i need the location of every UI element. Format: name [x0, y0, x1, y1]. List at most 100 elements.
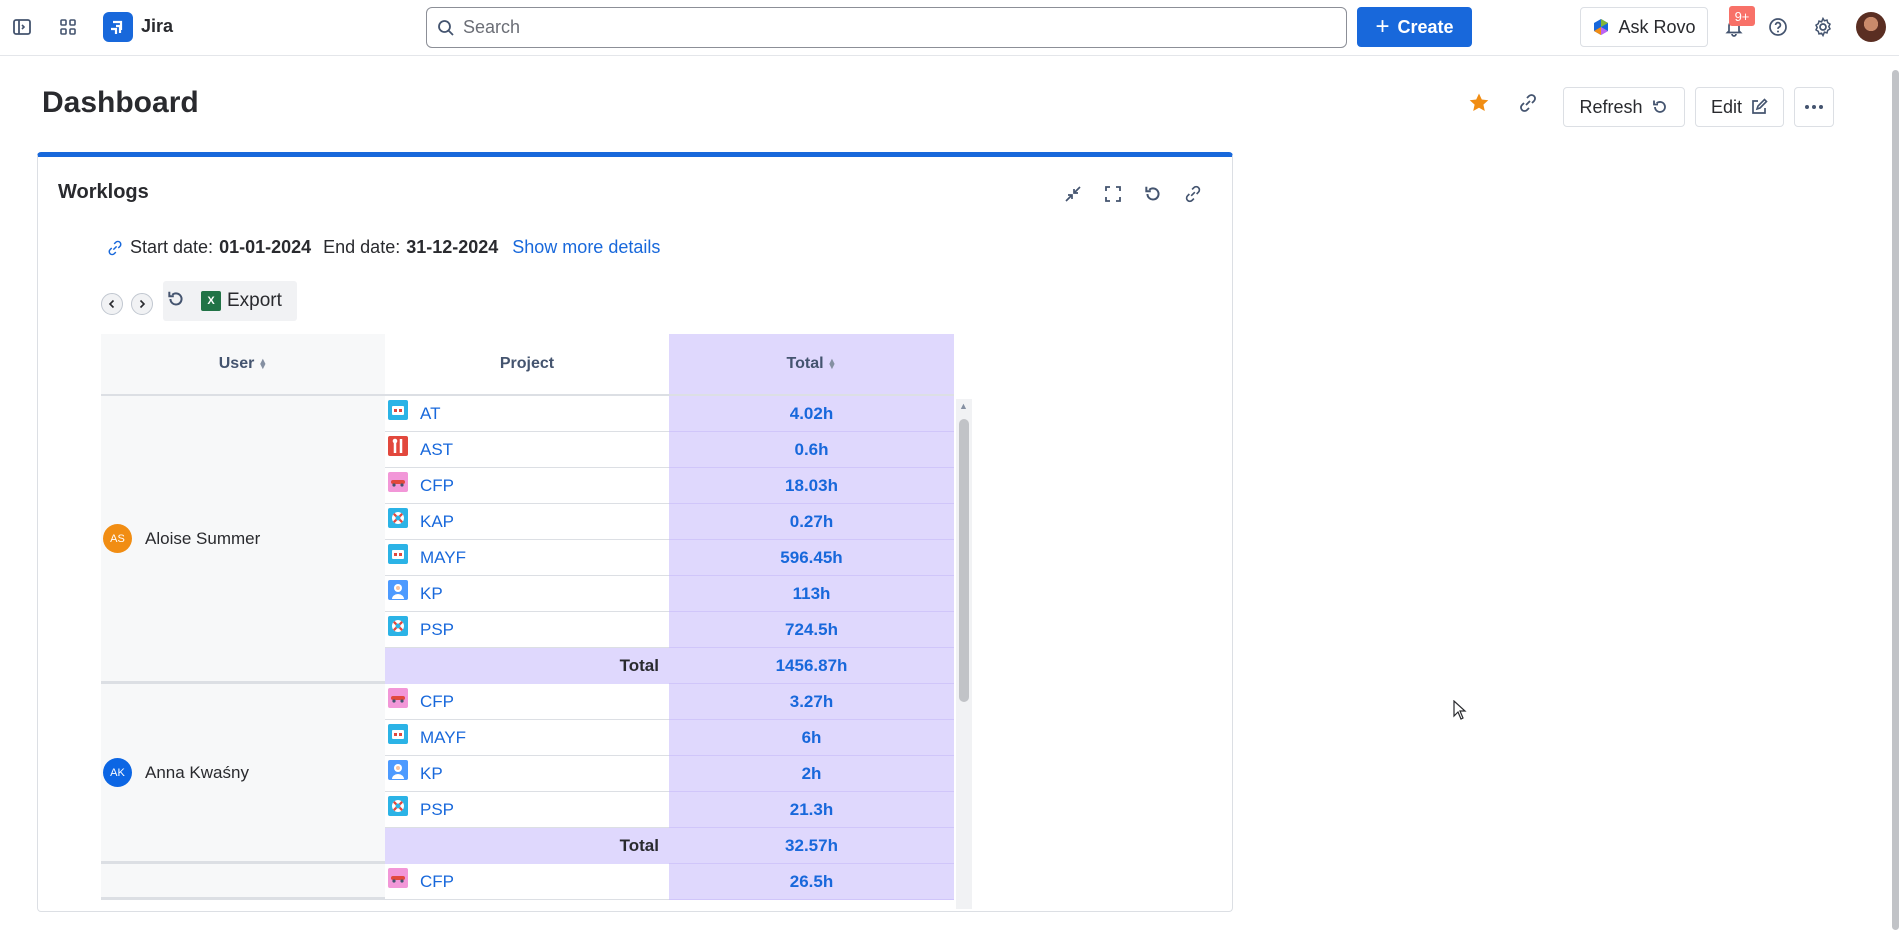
lifebuoy-icon: [388, 795, 408, 816]
project-key-link[interactable]: AT: [420, 404, 440, 424]
refresh-icon: [1652, 100, 1666, 113]
edit-button[interactable]: Edit: [1695, 87, 1784, 127]
project-cell: CFP: [385, 468, 669, 504]
table-scrollbar-thumb[interactable]: [959, 419, 969, 702]
worklog-total-link[interactable]: 21.3h: [669, 792, 954, 828]
group-total-label: Total: [385, 828, 669, 864]
search-box[interactable]: [426, 7, 1347, 48]
project-key-link[interactable]: MAYF: [420, 548, 466, 568]
worklog-total-link[interactable]: 3.27h: [669, 684, 954, 720]
project-cell: PSP: [385, 612, 669, 648]
help-icon[interactable]: [1763, 12, 1793, 42]
mouse-cursor-icon: [1453, 699, 1467, 725]
end-date-value: 31-12-2024: [406, 237, 499, 257]
chevron-left-icon: [108, 299, 115, 309]
worklog-total-link[interactable]: 18.03h: [669, 468, 954, 504]
fullscreen-icon[interactable]: [1100, 181, 1126, 207]
column-header-user[interactable]: User ▲ ▼: [101, 334, 385, 396]
worklogs-gadget: Worklogs Start date: 01-01-2024 End date…: [37, 152, 1233, 912]
date-link-icon[interactable]: [106, 239, 124, 257]
sort-icon: ▲ ▼: [827, 356, 837, 371]
refresh-button-label: Refresh: [1579, 96, 1643, 117]
plus-icon: +: [1375, 13, 1390, 40]
edit-icon: [1752, 98, 1768, 114]
robot-icon: [388, 723, 408, 744]
worklog-total-link[interactable]: 0.27h: [669, 504, 954, 540]
chevron-right-icon: [139, 299, 146, 309]
user-initials-avatar: AS: [103, 524, 132, 553]
project-key-link[interactable]: MAYF: [420, 728, 466, 748]
star-icon[interactable]: [1468, 92, 1490, 119]
lifebuoy-icon: [388, 507, 408, 528]
show-more-details-link[interactable]: Show more details: [512, 237, 660, 258]
start-date-value: 01-01-2024: [219, 237, 312, 257]
copy-link-icon[interactable]: [1517, 92, 1539, 119]
gadget-refresh-icon[interactable]: [1140, 181, 1166, 207]
group-total-value[interactable]: 32.57h: [669, 828, 954, 864]
jira-logo-icon[interactable]: [103, 12, 133, 42]
car-icon: [388, 471, 408, 492]
user-header-label: User: [218, 355, 255, 372]
user-name: Anna Kwaśny: [145, 762, 249, 782]
previous-period-button[interactable]: [101, 293, 123, 315]
page-scrollbar[interactable]: [1892, 60, 1899, 930]
gadget-title: Worklogs: [58, 181, 149, 203]
worklog-total-link[interactable]: 113h: [669, 576, 954, 612]
worklog-total-link[interactable]: 2h: [669, 756, 954, 792]
person-icon: [388, 579, 408, 600]
gadget-link-icon[interactable]: [1180, 181, 1206, 207]
worklog-total-link[interactable]: 4.02h: [669, 396, 954, 432]
project-header-label: Project: [499, 355, 555, 372]
project-key-link[interactable]: CFP: [420, 476, 454, 496]
project-key-link[interactable]: KAP: [420, 512, 454, 532]
more-actions-button[interactable]: [1794, 87, 1834, 127]
project-cell: CFP: [385, 864, 669, 900]
project-cell: KAP: [385, 504, 669, 540]
project-key-link[interactable]: CFP: [420, 692, 454, 712]
project-key-link[interactable]: KP: [420, 584, 443, 604]
user-cell: AK Anna Kwaśny: [101, 684, 385, 864]
project-key-link[interactable]: KP: [420, 764, 443, 784]
app-name[interactable]: Jira: [141, 16, 173, 37]
scroll-up-arrow-icon[interactable]: ▲: [959, 402, 968, 411]
user-name: Aloise Summer: [145, 528, 261, 548]
project-key-link[interactable]: PSP: [420, 620, 454, 640]
robot-icon: [388, 399, 408, 420]
ask-rovo-label: Ask Rovo: [1618, 16, 1696, 37]
more-dots-icon: [1805, 105, 1823, 109]
worklog-total-link[interactable]: 596.45h: [669, 540, 954, 576]
export-button[interactable]: X Export: [201, 287, 282, 315]
create-button[interactable]: + Create: [1357, 7, 1472, 47]
project-key-link[interactable]: AST: [420, 440, 453, 460]
project-key-link[interactable]: CFP: [420, 872, 454, 892]
notification-count-badge: 9+: [1729, 6, 1755, 26]
group-total-value[interactable]: 1456.87h: [669, 648, 954, 684]
project-cell: KP: [385, 576, 669, 612]
column-header-total[interactable]: Total ▲ ▼: [669, 334, 954, 396]
project-key-link[interactable]: PSP: [420, 800, 454, 820]
ask-rovo-button[interactable]: Ask Rovo: [1580, 7, 1708, 47]
settings-gear-icon[interactable]: [1808, 12, 1838, 42]
worklog-total-link[interactable]: 0.6h: [669, 432, 954, 468]
create-button-label: Create: [1397, 16, 1454, 37]
worklog-total-link[interactable]: 6h: [669, 720, 954, 756]
car-icon: [388, 867, 408, 888]
user-avatar[interactable]: [1856, 12, 1886, 42]
search-input[interactable]: [463, 17, 1323, 38]
next-period-button[interactable]: [131, 293, 153, 315]
refresh-button[interactable]: Refresh: [1563, 87, 1685, 127]
minimize-icon[interactable]: [1060, 181, 1086, 207]
lifebuoy-icon: [388, 615, 408, 636]
table-refresh-icon[interactable]: [166, 289, 186, 314]
project-cell: AT: [385, 396, 669, 432]
person-icon: [388, 759, 408, 780]
sidebar-toggle-icon[interactable]: [7, 12, 37, 42]
project-cell: CFP: [385, 684, 669, 720]
worklog-total-link[interactable]: 724.5h: [669, 612, 954, 648]
user-cell: [101, 864, 385, 900]
table-scrollbar[interactable]: ▲: [956, 399, 972, 909]
worklog-total-link[interactable]: 26.5h: [669, 864, 954, 900]
app-switcher-icon[interactable]: [53, 12, 83, 42]
end-date-label: End date:: [323, 237, 401, 257]
page-scrollbar-thumb[interactable]: [1892, 70, 1899, 930]
